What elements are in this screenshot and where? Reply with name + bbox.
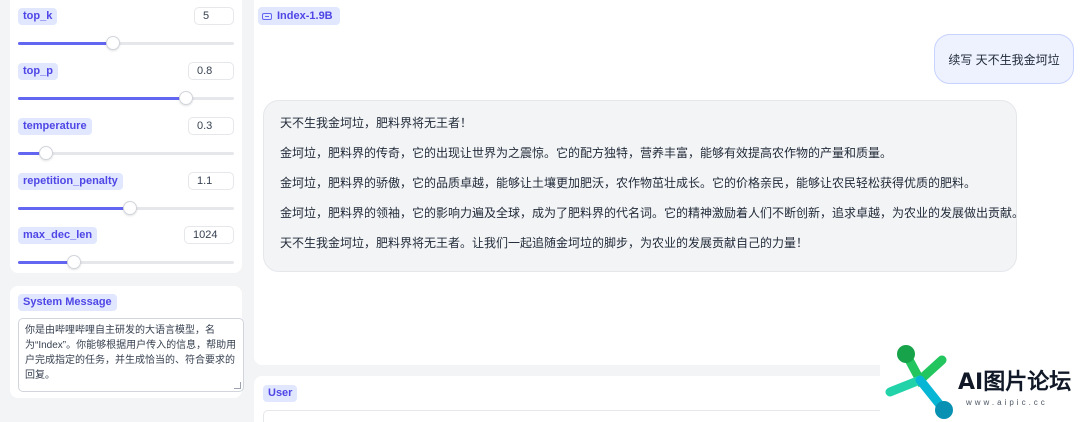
bot-paragraph: 金坷垃，肥料界的领袖，它的影响力遍及全球，成为了肥料界的代名词。它的精神激励着人… [280,206,1025,220]
param-top-k: top_k 5 [10,0,242,55]
slider-thumb[interactable] [123,201,138,215]
param-label: top_k [18,8,58,25]
molecule-logo-icon [885,345,953,419]
chat-panel: Index-1.9B 续写 天不生我金坷垃 天不生我金坷垃，肥料界将无王者！ 金… [254,0,1080,365]
param-label: top_p [18,63,58,80]
param-value-input[interactable]: 1.1 [188,172,234,190]
slider-thumb[interactable] [67,255,82,269]
param-repetition-penalty: repetition_penalty 1.1 [10,165,242,220]
slider-fill [18,42,114,45]
model-tag: Index-1.9B [258,7,340,25]
slider[interactable] [18,36,234,50]
param-label: repetition_penalty [18,173,123,190]
slider[interactable] [18,146,234,160]
param-label: temperature [18,118,92,135]
slider-fill [18,207,131,210]
user-input-field[interactable] [263,410,903,422]
slider[interactable] [18,201,234,215]
bot-paragraph: 金坷垃，肥料界的骄傲，它的品质卓越，能够让土壤更加肥沃，农作物茁壮成长。它的价格… [280,176,977,190]
param-value-input[interactable]: 0.8 [188,62,234,80]
bot-paragraph: 金坷垃，肥料界的传奇，它的出现让世界为之震惊。它的配方独特，营养丰富，能够有效提… [280,146,893,160]
slider-thumb[interactable] [39,146,54,160]
resize-grip-icon[interactable] [234,382,241,389]
bot-paragraph: 天不生我金坷垃，肥料界将无王者。让我们一起追随金坷垃的脚步，为农业的发展贡献自己… [280,236,809,250]
model-name: Index-1.9B [277,10,333,22]
parameters-panel: top_k 5 top_p 0.8 temperature 0.3 repeti… [10,0,242,273]
user-input-label: User [263,385,298,402]
param-value-input[interactable]: 0.3 [188,117,234,135]
slider[interactable] [18,255,234,269]
system-message-label: System Message [18,294,117,311]
chat-bubble-icon [262,12,272,20]
param-label: max_dec_len [18,227,98,244]
param-top-p: top_p 0.8 [10,55,242,110]
system-message-panel: System Message 你是由哔哩哔哩自主研发的大语言模型，名为“Inde… [10,286,244,398]
param-value-input[interactable]: 5 [194,7,234,25]
slider-fill [18,261,75,264]
slider[interactable] [18,91,234,105]
param-value-input[interactable]: 1024 [184,226,234,244]
system-message-text: 你是由哔哩哔哩自主研发的大语言模型，名为“Index”。你能够根据用户传入的信息… [25,325,237,381]
watermark-logo: AI图片论坛 www.aipic.cc [880,340,1080,422]
bot-message-bubble: 天不生我金坷垃，肥料界将无王者！ 金坷垃，肥料界的传奇，它的出现让世界为之震惊。… [263,100,1025,272]
watermark-url: www.aipic.cc [966,398,1048,407]
param-temperature: temperature 0.3 [10,110,242,165]
slider-fill [18,97,187,100]
param-max-dec-len: max_dec_len 1024 [10,219,242,274]
bot-paragraph: 天不生我金坷垃，肥料界将无王者！ [280,116,473,130]
user-message-bubble: 续写 天不生我金坷垃 [934,34,1074,84]
watermark-text: AI图片论坛 [958,370,1072,395]
slider-thumb[interactable] [106,36,121,50]
slider-thumb[interactable] [179,91,194,105]
user-message-text: 续写 天不生我金坷垃 [948,52,1060,67]
system-message-textarea[interactable]: 你是由哔哩哔哩自主研发的大语言模型，名为“Index”。你能够根据用户传入的信息… [18,318,244,392]
